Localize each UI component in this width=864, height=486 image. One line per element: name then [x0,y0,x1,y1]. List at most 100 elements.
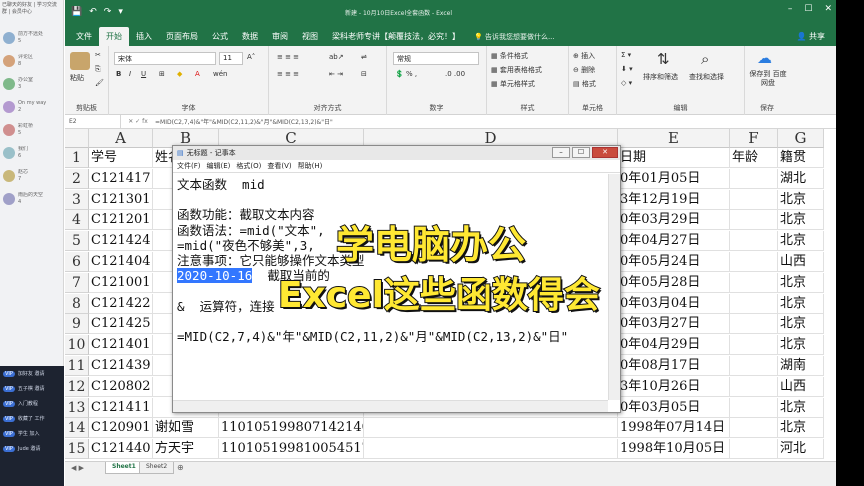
chat-list-item[interactable]: 彩虹桥 5 [0,118,63,141]
table-cell[interactable] [730,418,778,439]
table-cell[interactable]: 谢如雪 [153,418,219,439]
table-cell[interactable]: 110105199810054517 [219,439,364,460]
copy-icon[interactable]: ⎘ [95,65,101,74]
customize-quick-access-icon[interactable]: ▾ [118,7,123,17]
row-header[interactable]: 11 [65,356,89,376]
table-cell[interactable]: 0年08月17日 [618,356,730,376]
font-color-icon[interactable]: A [195,70,200,78]
menu-help[interactable]: 帮助(H) [298,161,323,171]
phonetic-icon[interactable]: wén [213,70,227,78]
tab-home[interactable]: 开始 [99,27,129,46]
sort-filter-icon[interactable]: ⇅ [657,50,670,68]
table-cell[interactable]: C121001 [89,272,153,293]
font-name-select[interactable]: 宋体 [114,52,216,65]
table-cell[interactable]: 3年12月19日 [618,189,730,210]
save-to-cloud-button[interactable]: 保存到 百度网盘 [748,70,788,88]
conditional-format-button[interactable]: ▦ 条件格式 [491,51,528,61]
sheet-nav-icon[interactable]: ◀ ▶ [71,464,84,472]
table-cell[interactable]: C121424 [89,231,153,252]
table-cell[interactable]: 0年05月24日 [618,252,730,272]
chat-list-item[interactable]: 我们 6 [0,141,63,164]
table-cell[interactable]: 北京 [778,418,824,439]
tab-file[interactable]: 文件 [69,27,99,46]
paste-icon[interactable] [70,52,90,70]
tell-me-search[interactable]: 💡 告诉我您想要做什么... [467,28,562,46]
wrap-text-icon[interactable]: ⇌ [361,53,367,61]
delete-cells-button[interactable]: ⊖ 删除 [573,65,595,75]
table-cell[interactable]: 北京 [778,293,824,314]
row-header[interactable]: 3 [65,189,89,210]
italic-icon[interactable]: I [129,70,131,78]
table-cell[interactable]: 北京 [778,397,824,418]
borders-icon[interactable]: ⊞ [159,70,165,78]
row-header[interactable]: 4 [65,210,89,231]
table-cell[interactable] [730,210,778,231]
row-header[interactable]: 9 [65,314,89,335]
chat-list-item[interactable]: 评论区 8 [0,49,63,72]
minimize-icon[interactable]: – [788,4,793,14]
table-cell[interactable] [730,376,778,397]
table-cell[interactable]: C121401 [89,335,153,356]
table-cell[interactable]: C121439 [89,356,153,376]
menu-view[interactable]: 查看(V) [267,161,291,171]
align-top-icon[interactable]: ≡ ≡ ≡ [277,53,299,61]
tab-custom[interactable]: 梁科老师专讲【颠覆技法，必究！】 [325,27,467,46]
table-cell[interactable]: 北京 [778,335,824,356]
column-header[interactable]: F [730,129,778,148]
row-header[interactable]: 12 [65,376,89,397]
tab-review[interactable]: 审阅 [265,27,295,46]
table-cell[interactable]: 0年04月29日 [618,335,730,356]
clear-icon[interactable]: ◇ ▾ [621,79,632,87]
orientation-icon[interactable]: ab↗ [329,53,344,61]
row-header[interactable]: 8 [65,293,89,314]
paste-button[interactable]: 粘贴 [70,73,84,83]
merge-center-icon[interactable]: ⊟ [361,70,367,78]
chat-list-item[interactable]: On my way 2 [0,95,63,118]
maximize-icon[interactable]: ☐ [804,4,812,14]
table-cell[interactable] [730,231,778,252]
tab-view[interactable]: 视图 [295,27,325,46]
format-cells-button[interactable]: ▤ 格式 [573,79,596,89]
table-cell[interactable]: 北京 [778,314,824,335]
baidu-cloud-icon[interactable]: ☁ [757,49,772,67]
table-cell[interactable]: 日期 [618,148,730,168]
table-cell[interactable] [730,356,778,376]
fx-icon[interactable]: ✕ ✓ fx [121,118,155,125]
name-box[interactable]: E2 [65,114,121,129]
table-cell[interactable]: C121422 [89,293,153,314]
bold-icon[interactable]: B [116,70,121,78]
table-cell[interactable]: 0年03月05日 [618,397,730,418]
notepad-vertical-scrollbar[interactable] [608,174,620,400]
table-cell[interactable] [364,418,618,439]
autosum-icon[interactable]: Σ ▾ [621,51,631,59]
table-cell[interactable]: 河北 [778,439,824,460]
row-header[interactable]: 1 [65,148,89,168]
table-cell[interactable]: 0年03月29日 [618,210,730,231]
table-cell[interactable]: C121440 [89,439,153,460]
row-header[interactable]: 14 [65,418,89,439]
fill-icon[interactable]: ⬇ ▾ [621,65,633,73]
table-cell[interactable]: C120901 [89,418,153,439]
table-cell[interactable]: 年龄 [730,148,778,168]
table-cell[interactable]: 山西 [778,376,824,397]
chat-list-item[interactable]: 前方不远处 5 [0,26,63,49]
table-cell[interactable] [730,314,778,335]
table-cell[interactable]: 山西 [778,252,824,272]
table-cell[interactable]: 0年01月05日 [618,168,730,189]
sheet-tab-sheet1[interactable]: Sheet1 [105,462,143,474]
insert-cells-button[interactable]: ⊕ 插入 [573,51,595,61]
find-select-icon[interactable]: ⌕ [701,50,709,68]
row-header[interactable]: 6 [65,252,89,272]
column-header[interactable]: E [618,129,730,148]
table-cell[interactable]: 110105199807142140 [219,418,364,439]
table-cell[interactable] [364,439,618,460]
underline-icon[interactable]: U [141,70,146,78]
table-cell[interactable] [730,335,778,356]
table-cell[interactable]: 3年10月26日 [618,376,730,397]
row-header[interactable]: 5 [65,231,89,252]
formula-input[interactable]: =MID(C2,7,4)&"年"&MID(C2,11,2)&"月"&MID(C2… [155,117,333,126]
row-header[interactable]: 15 [65,439,89,460]
font-size-select[interactable]: 11 [219,52,243,65]
table-cell[interactable]: C121201 [89,210,153,231]
sort-filter-button[interactable]: 排序和筛选 [643,72,678,82]
